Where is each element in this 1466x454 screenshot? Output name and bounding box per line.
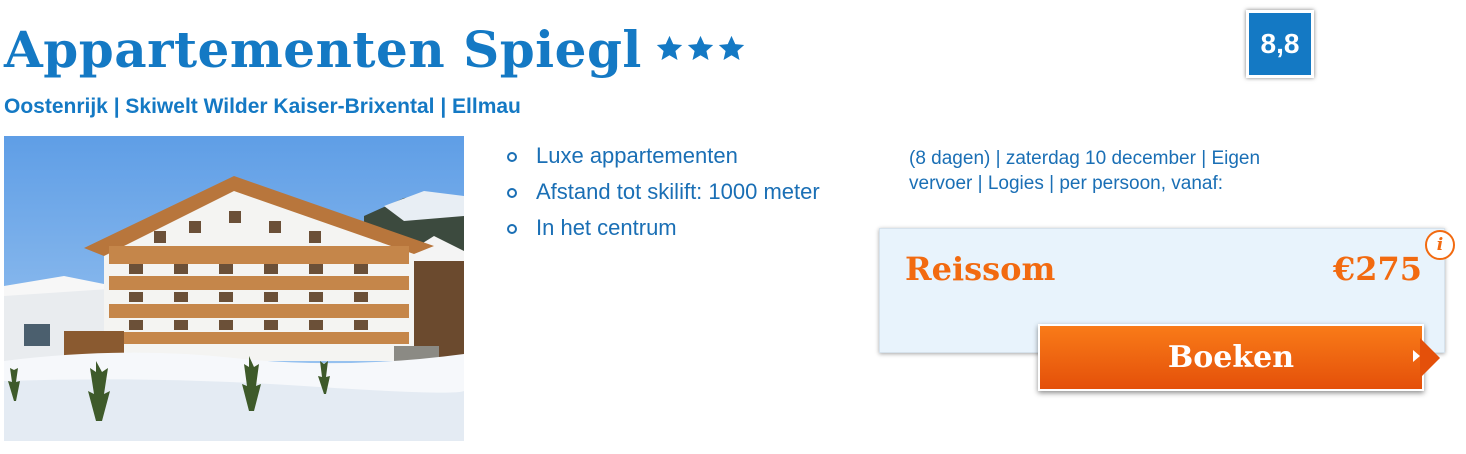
star-icon xyxy=(656,35,683,60)
hotel-title[interactable]: Appartementen Spiegl xyxy=(4,18,642,82)
star-rating xyxy=(655,34,746,63)
feature-item: Afstand tot skilift: 1000 meter xyxy=(505,174,825,210)
chevron-right-icon xyxy=(1413,350,1420,362)
info-icon[interactable]: i xyxy=(1425,230,1455,260)
feature-text: Afstand tot skilift: 1000 meter xyxy=(536,179,820,204)
star-icon xyxy=(718,35,745,60)
star-icon xyxy=(687,35,714,60)
hotel-photo[interactable] xyxy=(4,136,464,441)
review-score-badge: 8,8 xyxy=(1246,10,1314,78)
feature-text: Luxe appartementen xyxy=(536,143,738,168)
feature-text: In het centrum xyxy=(536,215,677,240)
price-value: €275 xyxy=(1332,250,1422,288)
trip-details: (8 dagen) | zaterdag 10 december | Eigen… xyxy=(909,148,1261,194)
bullet-icon xyxy=(507,188,517,198)
feature-item: In het centrum xyxy=(505,210,825,246)
book-button[interactable]: Boeken xyxy=(1038,324,1424,391)
bullet-icon xyxy=(507,224,517,234)
feature-list: Luxe appartementen Afstand tot skilift: … xyxy=(505,138,825,246)
book-button-arrow xyxy=(1420,338,1440,378)
price-label: Reissom xyxy=(905,250,1056,288)
bullet-icon xyxy=(507,152,517,162)
location-breadcrumb: Oostenrijk | Skiwelt Wilder Kaiser-Brixe… xyxy=(4,95,521,118)
feature-item: Luxe appartementen xyxy=(505,138,825,174)
